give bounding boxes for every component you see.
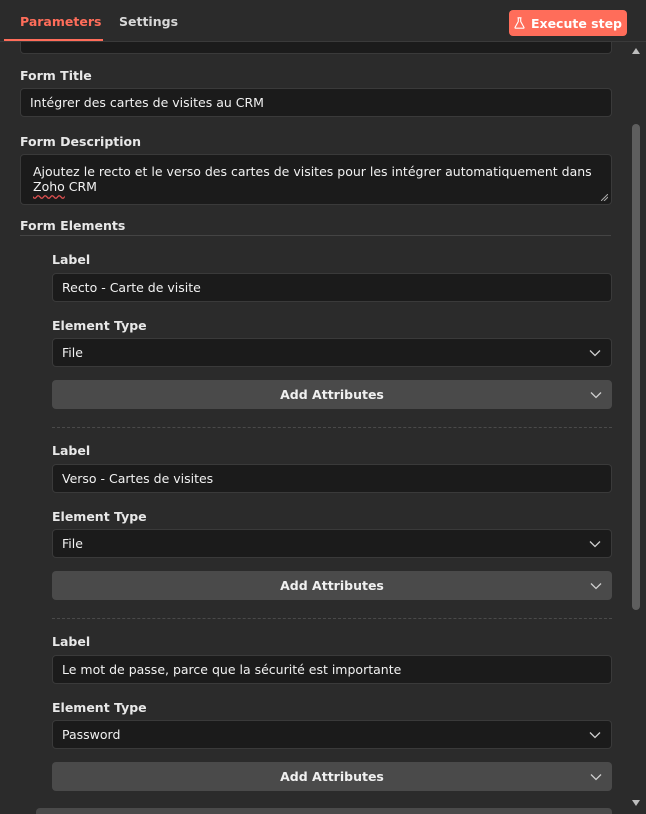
element-1-type-caption: Element Type	[52, 318, 147, 333]
tab-settings[interactable]: Settings	[119, 0, 178, 42]
element-1-add-attributes-button[interactable]: Add Attributes	[52, 380, 612, 409]
form-title-value: Intégrer des cartes de visites au CRM	[30, 95, 264, 110]
form-description-value: Ajoutez le recto et le verso des cartes …	[33, 164, 602, 194]
section-divider	[20, 235, 611, 236]
add-attributes-label: Add Attributes	[280, 387, 384, 402]
element-1-type-value: File	[62, 345, 83, 360]
chevron-down-icon	[589, 540, 601, 547]
element-3-add-attributes-button[interactable]: Add Attributes	[52, 762, 612, 791]
parameters-panel: Form Title Intégrer des cartes de visite…	[0, 42, 628, 814]
element-1-label-input[interactable]: Recto - Carte de visite	[52, 273, 612, 302]
element-1-type-select[interactable]: File	[52, 338, 612, 367]
element-3-type-select[interactable]: Password	[52, 720, 612, 749]
chevron-down-icon	[590, 391, 602, 398]
form-description-text-end: CRM	[64, 179, 97, 194]
element-2-label-caption: Label	[52, 443, 91, 458]
scroll-down-icon[interactable]	[631, 799, 641, 807]
form-elements-label: Form Elements	[20, 218, 126, 233]
element-2-type-select[interactable]: File	[52, 529, 612, 558]
element-3-label-input[interactable]: Le mot de passe, parce que la sécurité e…	[52, 655, 612, 684]
element-2-add-attributes-button[interactable]: Add Attributes	[52, 571, 612, 600]
previous-field-input[interactable]	[20, 42, 612, 54]
element-2-label-input[interactable]: Verso - Cartes de visites	[52, 464, 612, 493]
element-2-type-caption: Element Type	[52, 509, 147, 524]
form-description-text: Ajoutez le recto et le verso des cartes …	[33, 164, 592, 179]
element-3-type-caption: Element Type	[52, 700, 147, 715]
element-3-label-caption: Label	[52, 634, 91, 649]
active-tab-indicator	[4, 39, 103, 41]
add-attributes-label: Add Attributes	[280, 769, 384, 784]
add-attributes-label: Add Attributes	[280, 578, 384, 593]
chevron-down-icon	[589, 349, 601, 356]
element-divider	[52, 427, 612, 428]
form-description-textarea[interactable]: Ajoutez le recto et le verso des cartes …	[20, 154, 612, 205]
element-1-label-value: Recto - Carte de visite	[62, 280, 201, 295]
element-1-label-caption: Label	[52, 252, 91, 267]
tab-parameters[interactable]: Parameters	[20, 0, 101, 42]
scrollbar-thumb[interactable]	[632, 124, 640, 610]
execute-step-label: Execute step	[530, 15, 623, 31]
chevron-down-icon	[590, 773, 602, 780]
resize-handle-icon[interactable]	[601, 194, 608, 201]
element-divider	[52, 618, 612, 619]
tab-bar: Parameters Settings Execute step	[0, 0, 646, 42]
element-3-type-value: Password	[62, 727, 121, 742]
chevron-down-icon	[589, 731, 601, 738]
execute-step-button[interactable]: Execute step	[509, 10, 627, 36]
misspelled-word: Zoho	[33, 179, 65, 194]
element-2-type-value: File	[62, 536, 83, 551]
element-3-label-value: Le mot de passe, parce que la sécurité e…	[62, 662, 402, 677]
form-title-input[interactable]: Intégrer des cartes de visites au CRM	[20, 88, 612, 117]
chevron-down-icon	[590, 582, 602, 589]
form-description-label: Form Description	[20, 134, 142, 149]
form-title-label: Form Title	[20, 68, 92, 83]
flask-icon	[514, 17, 525, 29]
element-2-label-value: Verso - Cartes de visites	[62, 471, 214, 486]
scroll-up-icon[interactable]	[631, 47, 641, 55]
add-form-element-button[interactable]	[36, 808, 612, 814]
